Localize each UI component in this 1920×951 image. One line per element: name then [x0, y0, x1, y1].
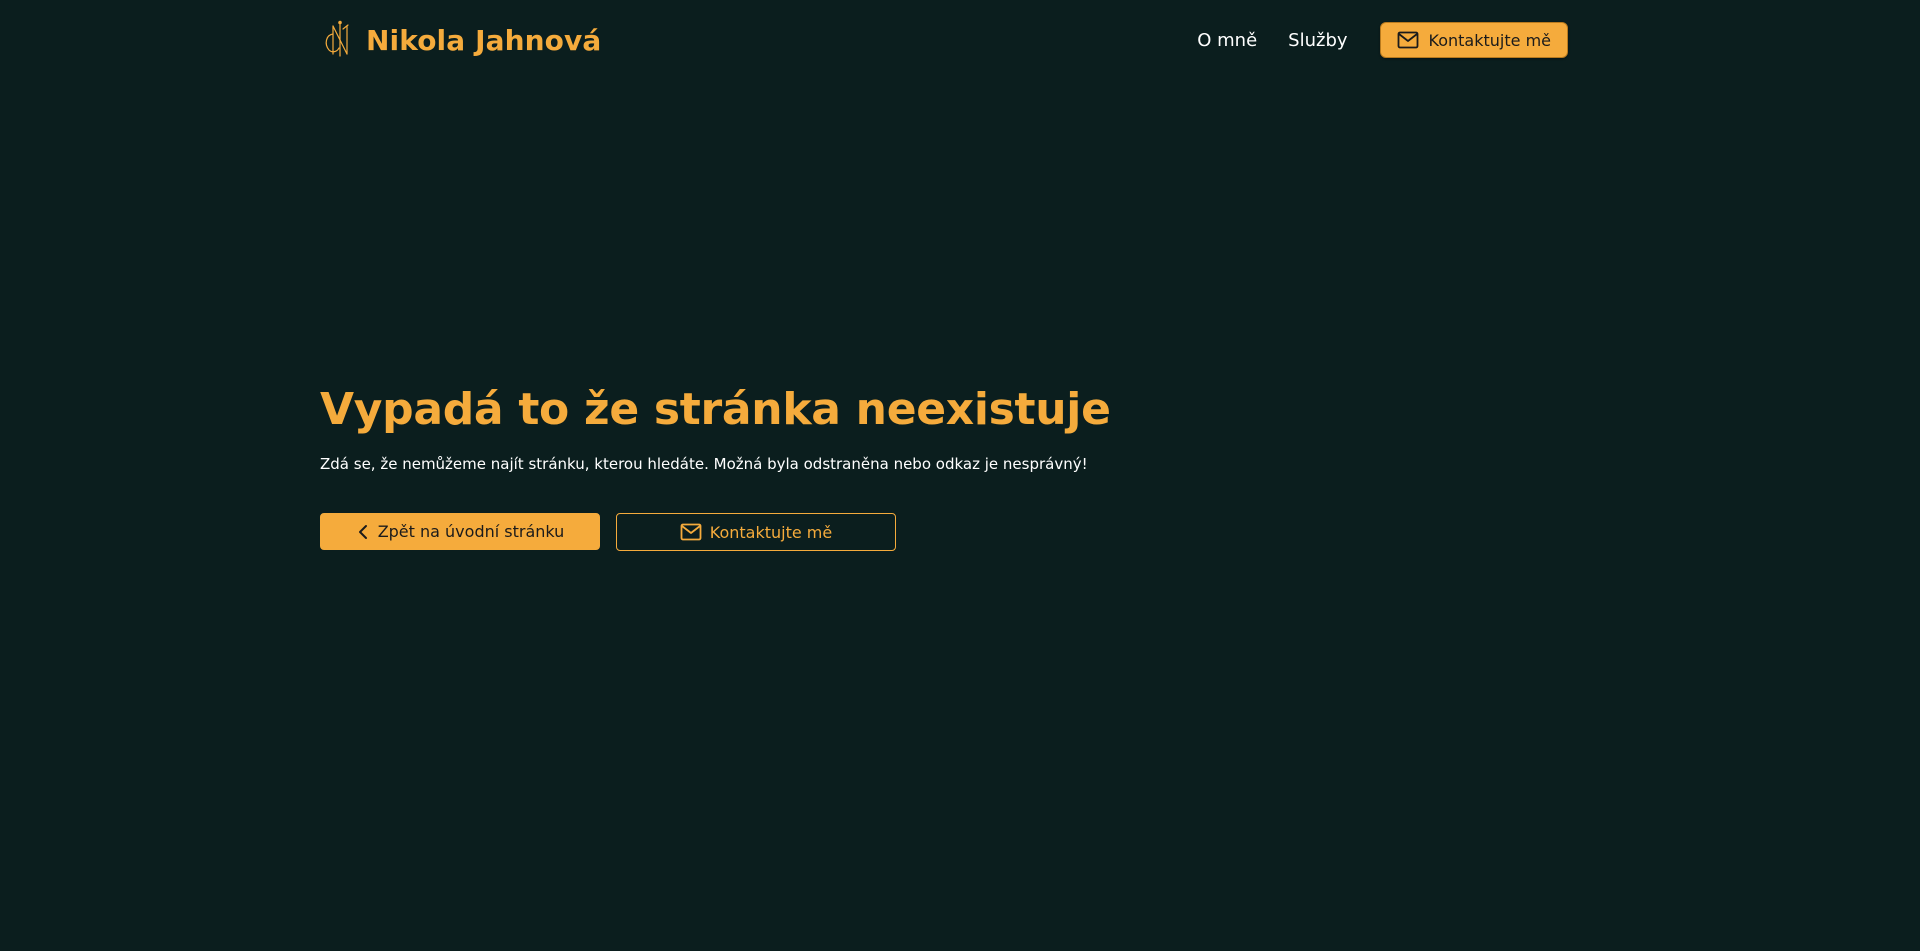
nav-contact-label: Kontaktujte mě	[1428, 30, 1551, 50]
mail-icon	[680, 523, 702, 541]
nav-contact-button[interactable]: Kontaktujte mě	[1379, 22, 1568, 58]
page-title: Vypadá to že stránka neexistuje	[320, 384, 1111, 435]
site-header: Nikola Jahnová O mně Služby Kontaktujte …	[320, 0, 1568, 80]
mail-icon	[1397, 31, 1418, 49]
nj-monogram-icon	[325, 20, 349, 57]
back-home-label: Zpět na úvodní stránku	[377, 522, 565, 541]
nav-link-about[interactable]: O mně	[1197, 30, 1257, 51]
back-home-button[interactable]: Zpět na úvodní stránku	[320, 513, 600, 550]
contact-label: Kontaktujte mě	[709, 522, 833, 542]
chevron-left-icon	[358, 524, 367, 539]
main-nav: O mně Služby Kontaktujte mě	[1197, 22, 1568, 58]
not-found-section: Vypadá to že stránka neexistuje Zdá se, …	[320, 380, 1220, 551]
actions: Zpět na úvodní stránku Kontaktujte mě	[320, 513, 1220, 551]
nav-link-services[interactable]: Služby	[1288, 30, 1347, 51]
contact-button[interactable]: Kontaktujte mě	[616, 513, 896, 551]
page-subtitle: Zdá se, že nemůžeme najít stránku, ktero…	[320, 455, 1088, 473]
page: Nikola Jahnová O mně Služby Kontaktujte …	[0, 0, 1920, 951]
brand-name: Nikola Jahnová	[366, 23, 602, 57]
brand-home-link[interactable]: Nikola Jahnová	[320, 20, 601, 60]
